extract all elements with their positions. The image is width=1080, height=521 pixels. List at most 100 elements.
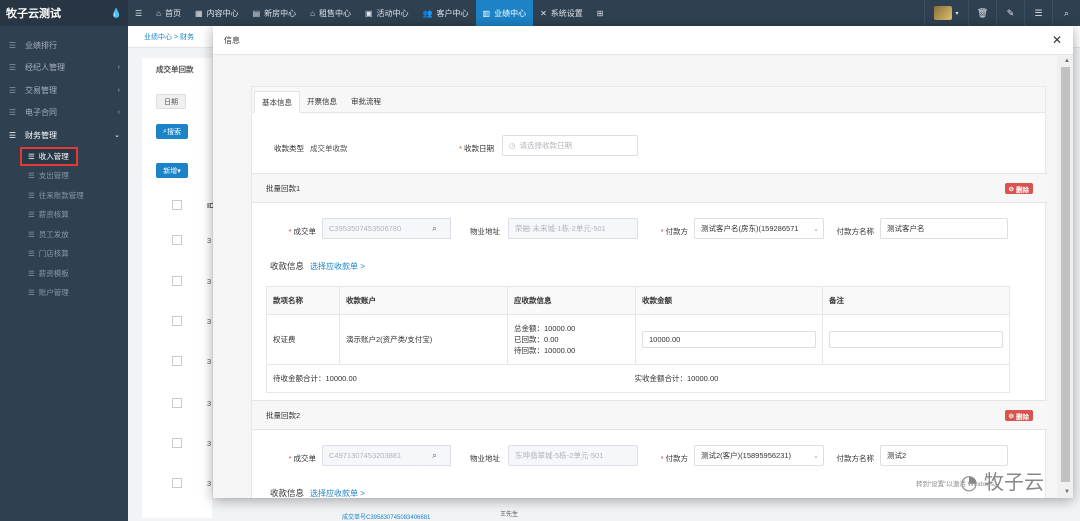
receivable-info: 总金额：10000.00 已回款：0.00 待回款：10000.00 — [507, 314, 636, 365]
order-input[interactable]: C4971307453203881 — [322, 445, 420, 466]
tab-activity[interactable]: ▣ 活动中心 — [358, 0, 416, 26]
row-checkbox[interactable] — [172, 200, 182, 210]
receipt-date-label: * 收款日期 — [459, 144, 494, 153]
search-button[interactable]: ⌕ — [1052, 0, 1080, 26]
search-icon: ⌕ — [1063, 7, 1070, 18]
row-checkbox[interactable] — [172, 235, 182, 245]
property-input[interactable]: 东坤翡翠城-5栋-2单元-501 — [508, 445, 638, 466]
tab-content[interactable]: ▦ 内容中心 — [188, 0, 246, 26]
row-checkbox[interactable] — [172, 356, 182, 366]
row-checkbox[interactable] — [172, 276, 182, 286]
payer-select[interactable]: 测试客户名(房东)(159286571 ⌄ — [694, 218, 824, 239]
edit-button[interactable]: ✎ — [996, 0, 1024, 26]
sidebar-item-ranking[interactable]: ☰ 业绩排行 — [0, 34, 128, 57]
list-button[interactable]: ☰ — [1024, 0, 1052, 26]
bg-row-id: 3 — [207, 236, 212, 245]
sidebar-subitem-store[interactable]: ☰ 门店核算 — [0, 244, 128, 264]
bg-row-id: 3 — [207, 479, 212, 488]
bg-row-id: 3 — [207, 357, 212, 366]
tab-performance[interactable]: ▥ 业绩中心 — [475, 0, 534, 26]
batch-header: 批量回款1 ⊖ 删除 — [252, 173, 1047, 203]
form-card: 基本信息 开票信息 审批流程 收款类型 成交单收款 * 收款日期 ◷ 请选择收款日期… — [251, 86, 1047, 498]
payer-name-input[interactable]: 测试客户名 — [880, 218, 1008, 239]
minus-circle-icon: ⊖ — [1008, 412, 1014, 420]
bg-row-id: 3 — [207, 277, 212, 286]
list-icon: ☰ — [8, 40, 17, 50]
list-icon: ☰ — [8, 85, 17, 95]
bg-search-button[interactable]: ⌕ 搜索 — [156, 124, 188, 139]
sidebar: 牧子云测试 💧 ☰ 业绩排行 ☰ 经纪人管理 ‹ ☰ 交易管理 ‹ ☰ 电子合同 ‹ ☰ 财务管… — [0, 0, 128, 521]
bg-date-button[interactable]: 日期 — [156, 94, 186, 109]
amount-input[interactable]: 10000.00 — [642, 331, 816, 348]
tab-home[interactable]: ⌂ 首页 — [149, 0, 188, 26]
sidebar-subitem-accounts-flow[interactable]: ☰ 往来账款管理 — [0, 186, 128, 206]
order-label: * 成交单 — [288, 227, 316, 236]
delete-batch-button[interactable]: ⊖ 删除 — [1004, 183, 1033, 194]
sidebar-subitem-salary[interactable]: ☰ 薪资核算 — [0, 205, 128, 225]
tab-newhouse[interactable]: ▤ 新房中心 — [246, 0, 304, 26]
bg-row-id: 3 — [207, 439, 212, 448]
select-receivable-link[interactable]: 选择应收款单 > — [310, 489, 365, 498]
payer-label: * 付款方 — [660, 227, 688, 236]
batch-title: 批量回款1 — [266, 183, 301, 193]
order-input[interactable]: C3953507453506780 — [322, 218, 420, 239]
col-header: 收款账户 — [339, 286, 508, 315]
sidebar-item-finance[interactable]: ☰ 财务管理 ⌄ — [0, 124, 128, 147]
bg-order-link[interactable]: 成交单号C395830745083406681 — [342, 512, 430, 521]
list-icon: ☰ — [28, 171, 35, 181]
actual-total: 实收金额合计：10000.00 — [634, 374, 719, 383]
list-icon: ☰ — [28, 151, 35, 161]
trash-icon: 🗑 — [976, 7, 989, 18]
menu-toggle[interactable]: ☰ — [128, 0, 149, 26]
sidebar-subitem-payout[interactable]: ☰ 员工发放 — [0, 225, 128, 245]
drop-icon[interactable]: 💧 — [111, 8, 122, 19]
row-checkbox[interactable] — [172, 398, 182, 408]
property-input[interactable]: 荣融·未来城-1栋-2单元-501 — [508, 218, 638, 239]
receipt-date-input[interactable]: ◷ 请选择收款日期 — [502, 135, 638, 156]
tab-approval[interactable]: 审批流程 — [344, 90, 388, 112]
delete-batch-button[interactable]: ⊖ 删除 — [1004, 410, 1033, 421]
receipt-type-label: 收款类型 — [274, 144, 304, 153]
order-search-button[interactable]: ⌕ — [419, 218, 451, 239]
totals-row: 待收金额合计：10000.00 实收金额合计：10000.00 — [266, 364, 1010, 393]
scrollbar[interactable]: ▲ ▼ — [1057, 55, 1073, 498]
bg-new-button[interactable]: 新增 ▾ — [156, 163, 188, 178]
payer-name-input[interactable]: 测试2 — [880, 445, 1008, 466]
note-input[interactable] — [829, 331, 1003, 348]
select-receivable-link[interactable]: 选择应收款单 > — [310, 262, 365, 271]
sidebar-subitem-expense[interactable]: ☰ 支出管理 — [0, 166, 128, 186]
bg-tab-label[interactable]: 成交单回款 — [156, 64, 194, 75]
payer-select[interactable]: 测试2(客户)(15895956231) ⌄ — [694, 445, 824, 466]
sidebar-subitem-account[interactable]: ☰ 账户管理 — [0, 283, 128, 303]
top-nav: ☰ ⌂ 首页 ▦ 内容中心 ▤ 新房中心 ⌂ 租售中心 ▣ 活动中心 👥 客户中心 ▥ 业绩中… — [128, 0, 1080, 26]
row-checkbox[interactable] — [172, 438, 182, 448]
row-checkbox[interactable] — [172, 316, 182, 326]
activation-notice: 转到“设置”以激活 Windows。 — [916, 481, 1001, 488]
scrollbar-thumb[interactable] — [1061, 67, 1070, 482]
trash-button[interactable]: 🗑 — [968, 0, 996, 26]
sidebar-subitem-template[interactable]: ☰ 薪资模板 — [0, 264, 128, 284]
chart-icon: ▥ — [482, 8, 491, 18]
apps-button[interactable]: ⊞ — [590, 0, 611, 26]
order-search-button[interactable]: ⌕ — [419, 445, 451, 466]
wrench-icon: ✕ — [540, 8, 547, 18]
modal-header: 信息 ✕ — [213, 26, 1073, 55]
tab-invoice-info[interactable]: 开票信息 — [300, 90, 344, 112]
tab-settings[interactable]: ✕ 系统设置 — [533, 0, 590, 26]
collection-table: 款项名称 收款账户 应收款信息 收款金额 备注 权证费 演示账户2(资产类/支付… — [266, 286, 1010, 393]
sidebar-item-trades[interactable]: ☰ 交易管理 ‹ — [0, 79, 128, 102]
row-checkbox[interactable] — [172, 478, 182, 488]
close-icon[interactable]: ✕ — [1052, 33, 1062, 47]
tab-customers[interactable]: 👥 客户中心 — [416, 0, 476, 26]
sidebar-item-contracts[interactable]: ☰ 电子合同 ‹ — [0, 102, 128, 125]
tab-basic-info[interactable]: 基本信息 — [254, 91, 300, 113]
user-menu[interactable]: ▾ — [924, 0, 968, 26]
sidebar-item-agents[interactable]: ☰ 经纪人管理 ‹ — [0, 57, 128, 80]
batch-title: 批量回款2 — [266, 410, 301, 420]
col-header: 应收款信息 — [507, 286, 636, 315]
search-icon: ⌕ — [432, 223, 437, 233]
tab-rent-sale[interactable]: ⌂ 租售中心 — [303, 0, 358, 26]
item-name: 权证费 — [266, 314, 340, 365]
payer-label: * 付款方 — [660, 454, 688, 463]
sidebar-subitem-income[interactable]: ☰ 收入管理 — [20, 146, 78, 166]
